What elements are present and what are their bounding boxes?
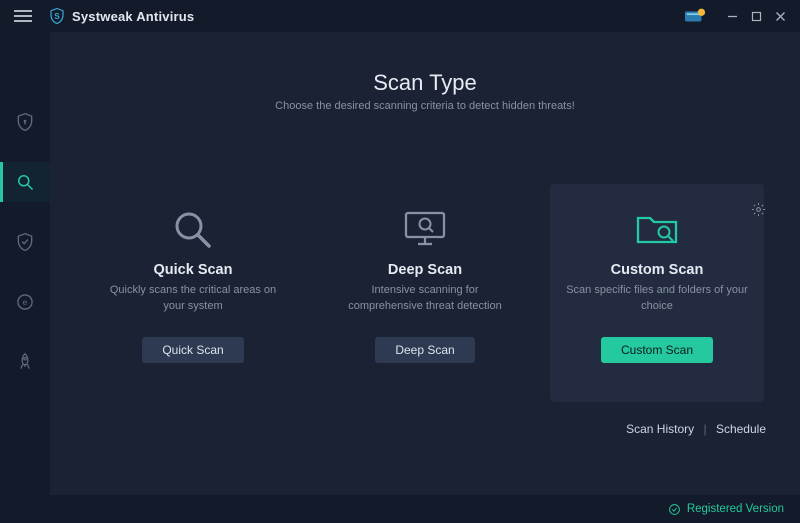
schedule-link[interactable]: Schedule: [716, 422, 766, 436]
svg-text:e: e: [23, 297, 28, 307]
footer-links: Scan History | Schedule: [78, 422, 772, 436]
notification-badge-icon[interactable]: [684, 8, 706, 24]
maximize-button[interactable]: [744, 4, 768, 28]
status-bar: Registered Version: [0, 495, 800, 523]
license-status: Registered Version: [687, 503, 784, 515]
page-heading: Scan Type Choose the desired scanning cr…: [78, 70, 772, 112]
card-title: Quick Scan: [154, 262, 233, 278]
page-subtitle: Choose the desired scanning criteria to …: [78, 100, 772, 112]
app-title: Systweak Antivirus: [72, 9, 194, 24]
svg-text:S: S: [54, 12, 60, 21]
titlebar: S Systweak Antivirus: [0, 0, 800, 32]
sidebar-item-boost[interactable]: [0, 342, 50, 382]
scan-history-link[interactable]: Scan History: [626, 422, 694, 436]
page-title: Scan Type: [78, 70, 772, 96]
close-button[interactable]: [768, 4, 792, 28]
scan-settings-button[interactable]: [751, 202, 766, 222]
card-custom-scan: Custom Scan Scan specific files and fold…: [550, 184, 764, 402]
sidebar-item-web[interactable]: e: [0, 282, 50, 322]
card-deep-scan: Deep Scan Intensive scanning for compreh…: [318, 184, 532, 402]
card-desc: Quickly scans the critical areas on your…: [98, 283, 288, 315]
monitor-scan-icon: [400, 204, 450, 256]
custom-scan-button[interactable]: Custom Scan: [601, 337, 713, 363]
card-quick-scan: Quick Scan Quickly scans the critical ar…: [86, 184, 300, 402]
card-title: Deep Scan: [388, 262, 462, 278]
main-content: Scan Type Choose the desired scanning cr…: [50, 32, 800, 495]
sidebar-item-scan[interactable]: [0, 162, 50, 202]
sidebar-item-protection[interactable]: [0, 102, 50, 142]
menu-button[interactable]: [8, 6, 38, 26]
deep-scan-button[interactable]: Deep Scan: [375, 337, 474, 363]
check-circle-icon: [668, 503, 681, 516]
scan-cards: Quick Scan Quickly scans the critical ar…: [78, 184, 772, 402]
sidebar: e: [0, 32, 50, 495]
card-desc: Scan specific files and folders of your …: [562, 283, 752, 315]
app-logo-icon: S: [48, 7, 66, 25]
folder-scan-icon: [632, 204, 682, 256]
card-desc: Intensive scanning for comprehensive thr…: [330, 283, 520, 315]
card-title: Custom Scan: [611, 262, 704, 278]
sidebar-item-shield-check[interactable]: [0, 222, 50, 262]
minimize-button[interactable]: [720, 4, 744, 28]
magnifier-icon: [169, 204, 217, 256]
quick-scan-button[interactable]: Quick Scan: [142, 337, 243, 363]
link-separator: |: [703, 422, 706, 436]
